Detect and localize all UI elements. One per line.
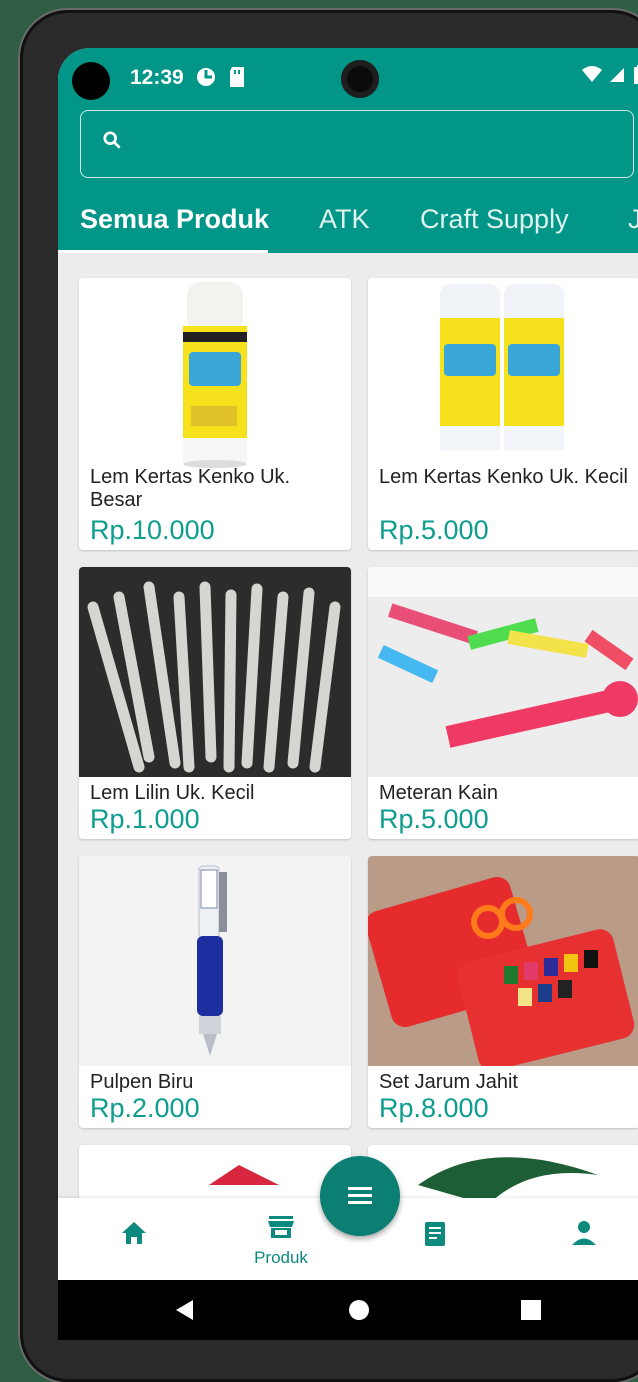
status-time: 12:39 <box>130 66 184 89</box>
phone-frame: 12:39 Semua Produk ATK Craft Supply J Le… <box>20 10 638 1382</box>
product-name: Meteran Kain <box>379 782 498 804</box>
app-screen: 12:39 Semua Produk ATK Craft Supply J Le… <box>58 48 638 1340</box>
product-price: Rp.8.000 <box>379 1093 489 1123</box>
product-card[interactable]: Lem Lilin Uk. Kecil Rp.1.000 <box>79 567 351 839</box>
status-bar: 12:39 <box>58 48 638 110</box>
menu-icon <box>348 1187 372 1204</box>
receipt-icon <box>425 1222 445 1246</box>
wifi-signal-battery-icon <box>582 65 638 84</box>
home-button-icon[interactable] <box>349 1300 369 1320</box>
camera-cutout <box>72 62 110 100</box>
search-box[interactable] <box>80 110 634 178</box>
product-card[interactable]: Set Jarum Jahit Rp.8.000 <box>368 856 638 1128</box>
product-name: Lem Kertas Kenko Uk. Besar <box>90 466 291 511</box>
person-icon <box>572 1221 596 1245</box>
home-icon <box>122 1222 146 1244</box>
data-saver-icon <box>195 66 217 93</box>
measuring-tape-image <box>368 567 638 777</box>
product-price: Rp.2.000 <box>90 1093 200 1123</box>
system-navigation-bar <box>58 1280 638 1340</box>
tab-craft-supply[interactable]: Craft Supply <box>420 204 569 235</box>
menu-fab[interactable] <box>320 1156 400 1236</box>
product-card[interactable]: Pulpen Biru Rp.2.000 <box>79 856 351 1128</box>
tab-atk[interactable]: ATK <box>319 204 370 235</box>
nav-produk[interactable]: Produk <box>231 1198 331 1280</box>
app-bar: 12:39 Semua Produk ATK Craft Supply J <box>58 48 638 253</box>
product-price: Rp.1.000 <box>90 804 200 834</box>
status-right-icons <box>580 64 638 92</box>
product-name: Lem Kertas Kenko Uk. Kecil <box>379 466 628 488</box>
product-price: Rp.5.000 <box>379 804 489 834</box>
nav-orders[interactable] <box>385 1198 485 1280</box>
front-camera <box>341 60 379 98</box>
glue-stick-small-image <box>368 278 638 488</box>
product-card[interactable]: Lem Kertas Kenko Uk. Besar Rp.10.000 <box>79 278 351 550</box>
store-icon <box>268 1216 294 1238</box>
product-grid: Lem Kertas Kenko Uk. Besar Rp.10.000 Lem… <box>58 253 638 1253</box>
nav-produk-label: Produk <box>254 1248 308 1267</box>
product-name: Pulpen Biru <box>90 1071 194 1093</box>
product-card[interactable]: Lem Kertas Kenko Uk. Kecil Rp.5.000 <box>368 278 638 550</box>
blue-pen-image <box>79 856 351 1066</box>
product-name: Lem Lilin Uk. Kecil <box>90 782 255 804</box>
category-tabs: Semua Produk ATK Craft Supply Ja <box>58 198 638 253</box>
sewing-kit-image <box>368 856 638 1071</box>
glue-stick-large-image <box>79 278 351 488</box>
product-card[interactable]: Meteran Kain Rp.5.000 <box>368 567 638 839</box>
product-price: Rp.5.000 <box>379 515 489 545</box>
nav-profile[interactable] <box>534 1198 634 1280</box>
back-icon[interactable] <box>176 1300 193 1320</box>
nav-home[interactable] <box>84 1198 184 1280</box>
product-name: Set Jarum Jahit <box>379 1071 518 1093</box>
tab-semua-produk[interactable]: Semua Produk <box>80 204 269 235</box>
search-icon <box>103 131 121 149</box>
glue-sticks-image <box>79 567 351 777</box>
sd-card-icon <box>228 66 246 93</box>
recents-icon[interactable] <box>521 1300 541 1320</box>
product-price: Rp.10.000 <box>90 515 215 545</box>
search-input[interactable] <box>137 121 621 169</box>
tab-ja[interactable]: Ja <box>628 204 638 235</box>
